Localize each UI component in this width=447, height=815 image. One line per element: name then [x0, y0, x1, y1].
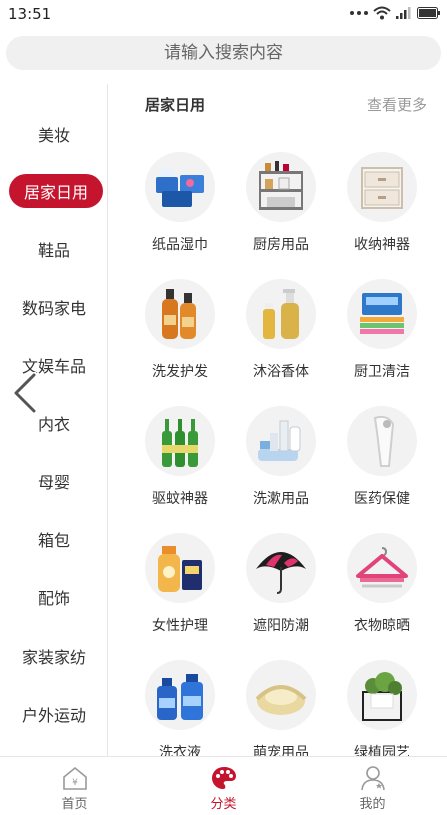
category-item-umbrella[interactable]: 遮阳防潮 — [231, 533, 331, 653]
palette-icon — [211, 767, 236, 789]
tab-label: 我的 — [359, 797, 386, 812]
user-icon — [360, 766, 385, 791]
status-time: 13:51 — [8, 5, 52, 23]
search-bar[interactable] — [6, 36, 441, 70]
category-item-tissue[interactable]: 纸品湿巾 — [130, 152, 230, 272]
tab-category[interactable]: 分类 — [149, 757, 298, 815]
svg-text:¥: ¥ — [72, 778, 78, 788]
tab-label: 分类 — [210, 797, 237, 812]
category-item-shampoo[interactable]: 洗发护发 — [130, 279, 230, 399]
sidebar-item-label: 内衣 — [37, 415, 70, 434]
category-content: 居家日用 查看更多 纸品湿巾 厨房用品 收纳神器 洗发护发 沐浴香体 厨卫清洁 … — [110, 84, 447, 756]
back-arrow-icon[interactable] — [10, 372, 40, 414]
thermometer-icon — [347, 406, 417, 476]
clothes-hanger-icon — [347, 533, 417, 603]
category-item-label: 绿植园艺 — [354, 745, 410, 756]
sidebar-item-label: 居家日用 — [9, 174, 103, 208]
sidebar-item-label: 美妆 — [37, 126, 70, 145]
category-item-label: 洗漱用品 — [253, 491, 309, 507]
sidebar-item-home-textile[interactable]: 家装家纺 — [0, 638, 108, 674]
bottom-tab-bar: ¥ 首页 分类 我的 — [0, 756, 447, 815]
sidebar-item-bags[interactable]: 箱包 — [0, 521, 108, 557]
tab-label: 首页 — [61, 797, 88, 812]
category-item-label: 医药保健 — [354, 491, 410, 507]
sidebar-item-beauty[interactable]: 美妆 — [0, 116, 108, 152]
view-more-link[interactable]: 查看更多 — [367, 94, 427, 115]
laundry-detergent-icon — [145, 660, 215, 730]
status-bar: 13:51 — [0, 0, 447, 28]
wifi-icon — [373, 6, 391, 20]
shampoo-bottle-icon — [145, 279, 215, 349]
category-item-label: 驱蚊神器 — [152, 491, 208, 507]
sidebar-item-shoes[interactable]: 鞋品 — [0, 231, 108, 267]
mosquito-repellent-icon — [145, 406, 215, 476]
signal-icon — [396, 7, 411, 19]
sidebar-item-label: 户外运动 — [21, 706, 86, 725]
sidebar-item-accessories[interactable]: 配饰 — [0, 579, 108, 615]
feminine-care-icon — [145, 533, 215, 603]
category-item-label: 女性护理 — [152, 618, 208, 634]
tab-profile[interactable]: 我的 — [298, 757, 447, 815]
category-item-bodywash[interactable]: 沐浴香体 — [231, 279, 331, 399]
pet-bed-icon — [246, 660, 316, 730]
category-item-label: 遮阳防潮 — [253, 618, 309, 634]
tab-home[interactable]: ¥ 首页 — [0, 757, 149, 815]
category-item-label: 衣物晾晒 — [354, 618, 410, 634]
category-item-label: 萌宠用品 — [253, 745, 309, 756]
status-icons — [350, 6, 441, 20]
storage-drawer-icon — [347, 152, 417, 222]
category-item-label: 洗发护发 — [152, 364, 208, 380]
sidebar-item-label: 箱包 — [37, 531, 70, 550]
category-item-label: 厨卫清洁 — [354, 364, 410, 380]
category-item-storage[interactable]: 收纳神器 — [332, 152, 432, 272]
toiletries-icon — [246, 406, 316, 476]
category-item-feminine[interactable]: 女性护理 — [130, 533, 230, 653]
category-item-kitchen[interactable]: 厨房用品 — [231, 152, 331, 272]
sidebar-item-label: 鞋品 — [37, 241, 70, 260]
category-item-label: 厨房用品 — [253, 237, 309, 253]
category-item-laundry[interactable]: 洗衣液 — [130, 660, 230, 756]
sidebar-item-label: 母婴 — [37, 473, 70, 492]
kitchen-rack-icon — [246, 152, 316, 222]
tissue-pack-icon — [145, 152, 215, 222]
category-item-label: 洗衣液 — [159, 745, 201, 756]
category-item-cleaning[interactable]: 厨卫清洁 — [332, 279, 432, 399]
battery-icon — [417, 7, 440, 19]
category-item-label: 纸品湿巾 — [152, 237, 208, 253]
cleaning-cloth-icon — [347, 279, 417, 349]
search-input[interactable] — [6, 43, 441, 63]
category-item-toiletries[interactable]: 洗漱用品 — [231, 406, 331, 526]
umbrella-icon — [246, 533, 316, 603]
sidebar-item-label: 数码家电 — [21, 299, 86, 318]
home-icon: ¥ — [62, 766, 87, 790]
more-dots-icon — [350, 11, 368, 15]
category-item-mosquito[interactable]: 驱蚊神器 — [130, 406, 230, 526]
category-sidebar: 美妆 居家日用 鞋品 数码家电 文娱车品 内衣 母婴 箱包 配饰 家装家纺 户外… — [0, 84, 108, 756]
sidebar-item-outdoor[interactable]: 户外运动 — [0, 696, 108, 732]
category-item-hanger[interactable]: 衣物晾晒 — [332, 533, 432, 653]
section-title: 居家日用 — [145, 96, 206, 114]
category-item-label: 沐浴香体 — [253, 364, 309, 380]
category-item-label: 收纳神器 — [354, 237, 410, 253]
sidebar-item-label: 家装家纺 — [21, 648, 86, 667]
sidebar-item-household[interactable]: 居家日用 — [0, 173, 108, 209]
sidebar-item-digital[interactable]: 数码家电 — [0, 289, 108, 325]
app-screen: 13:51 美妆 居家日用 — [0, 0, 447, 815]
potted-plant-icon — [347, 660, 417, 730]
sidebar-item-baby[interactable]: 母婴 — [0, 463, 108, 499]
body-wash-icon — [246, 279, 316, 349]
sidebar-item-label: 配饰 — [37, 589, 70, 608]
category-item-plant[interactable]: 绿植园艺 — [332, 660, 432, 756]
category-item-pet[interactable]: 萌宠用品 — [231, 660, 331, 756]
category-item-medical[interactable]: 医药保健 — [332, 406, 432, 526]
